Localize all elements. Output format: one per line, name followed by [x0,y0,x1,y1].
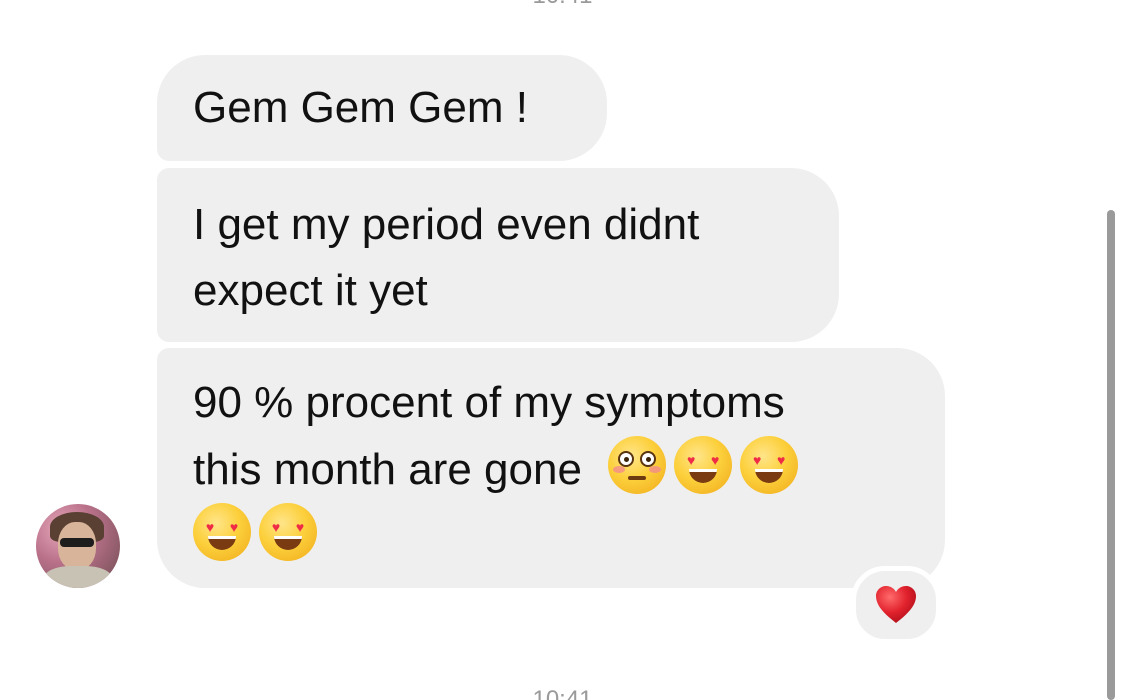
heart-eyes-face-icon: ♥ ♥ [193,503,251,561]
message-bubble[interactable]: Gem Gem Gem ! [157,55,607,161]
message-text: this month are gone [193,445,582,494]
chat-thread: 10:41 Gem Gem Gem ! I get my period even… [0,0,1125,700]
message-line-3: ♥ ♥ ♥ ♥ [193,503,909,570]
message-bubble[interactable]: 90 % procent of my symptoms this month a… [157,348,945,588]
sunglasses [60,538,94,547]
timestamp-top: 10:41 [0,0,1125,10]
heart-eyes-face-icon: ♥ ♥ [674,436,733,494]
message-text: Gem Gem Gem ! [193,83,528,132]
message-text: 90 % procent of my symptoms [193,378,785,427]
timestamp-bottom: 10:41 [532,686,593,700]
reaction-badge[interactable] [851,566,941,644]
heart-eyes-face-icon: ♥ ♥ [740,436,799,494]
sender-avatar[interactable] [36,504,120,588]
flushed-face-icon [608,436,667,494]
message-text: I get my period even didnt [193,200,700,249]
message-line-2: this month are gone ♥ ♥ ♥ ♥ [193,436,909,503]
scrollbar[interactable] [1107,210,1115,700]
heart-eyes-face-icon: ♥ ♥ [259,503,317,561]
message-bubble[interactable]: I get my period even didnt expect it yet [157,168,839,342]
red-heart-icon [876,586,916,623]
message-text: expect it yet [193,266,428,315]
